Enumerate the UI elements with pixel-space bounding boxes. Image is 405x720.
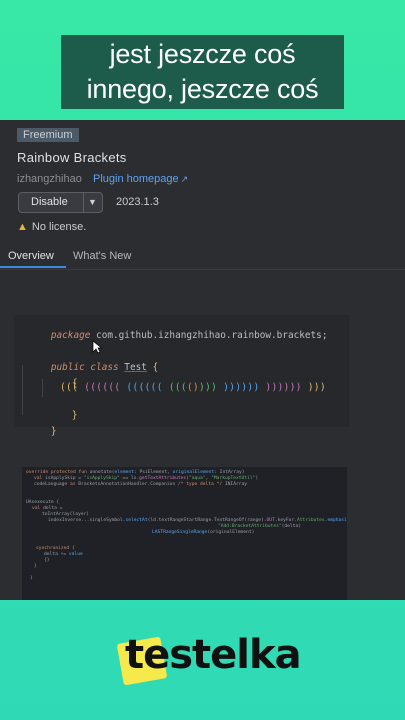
disable-label: Disable: [31, 196, 68, 208]
detail-tabs: Overview What's New: [0, 244, 405, 270]
chevron-down-icon[interactable]: ▼: [88, 197, 97, 207]
homepage-label: Plugin homepage: [93, 173, 179, 185]
class-name: Test: [124, 362, 147, 373]
plugin-author: izhangzhihao: [17, 173, 82, 185]
tab-whats-new[interactable]: What's New: [73, 250, 131, 262]
video-caption: jest jeszcze coś innego, jeszcze coś: [61, 35, 344, 109]
indent-guide: [42, 379, 43, 397]
disable-button[interactable]: Disable ▼: [18, 192, 103, 213]
class-open-brace: {: [152, 362, 159, 373]
testelka-logo: testelka: [113, 632, 302, 686]
plugin-version: 2023.1.3: [116, 196, 159, 208]
plugin-detail-panel: Freemium Rainbow Brackets izhangzhihao P…: [0, 120, 405, 600]
caption-line-1: jest jeszcze coś: [109, 39, 296, 69]
keyword-class: class: [90, 362, 119, 373]
class-close-brace: }: [50, 426, 57, 437]
indent-guide: [22, 365, 23, 415]
inner-close-brace: }: [71, 410, 78, 421]
code-preview-image: package com.github.izhangzhihao.rainbow.…: [14, 315, 349, 437]
tab-overview[interactable]: Overview: [8, 250, 54, 262]
rainbow-brackets-line: ((( (((((( (((((( (((()))) )))))) ))))))…: [60, 382, 326, 393]
warning-icon: ▲: [17, 221, 28, 233]
code-preview-image-2: override protected fun annotate(element:…: [22, 467, 347, 600]
button-divider: [83, 193, 84, 212]
external-link-icon: ↗: [180, 174, 189, 184]
caption-line-2: innego, jeszcze coś: [86, 74, 319, 104]
freemium-badge: Freemium: [17, 128, 79, 142]
logo-text: testelka: [125, 632, 302, 678]
package-name: com.github.izhangzhihao.rainbow.brackets…: [96, 330, 328, 341]
license-text: No license.: [31, 221, 87, 233]
active-tab-indicator: [0, 266, 66, 268]
license-status: ▲ No license.: [17, 221, 86, 233]
plugin-title: Rainbow Brackets: [17, 150, 127, 165]
keyword-package: package: [50, 330, 91, 341]
mouse-cursor-icon: [92, 340, 102, 354]
plugin-homepage-link[interactable]: Plugin homepage ↗: [93, 173, 188, 185]
